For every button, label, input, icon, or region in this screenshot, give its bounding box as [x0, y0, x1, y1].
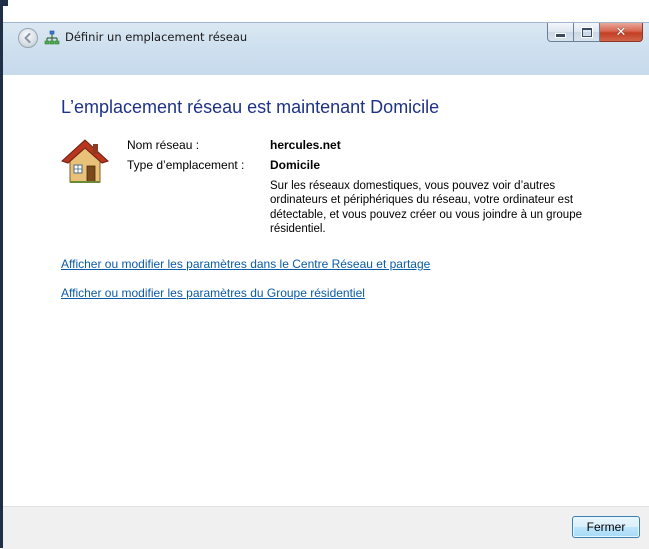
close-dialog-button[interactable]: Fermer [572, 516, 640, 538]
homegroup-link[interactable]: Afficher ou modifier les paramètres du G… [61, 286, 365, 300]
page-heading: L’emplacement réseau est maintenant Domi… [61, 97, 440, 117]
house-icon [61, 139, 109, 183]
location-type-value: Domicile [270, 158, 321, 172]
minimize-icon [555, 32, 566, 38]
back-button[interactable] [18, 28, 38, 48]
back-arrow-icon [24, 33, 31, 43]
minimize-button[interactable] [547, 23, 574, 42]
location-type-label: Type d’emplacement : [127, 158, 245, 172]
network-icon [44, 30, 60, 45]
window-close-button[interactable]: ✕ [600, 23, 643, 42]
maximize-icon [580, 26, 593, 38]
network-center-link[interactable]: Afficher ou modifier les paramètres dans… [61, 257, 430, 271]
location-description: Sur les réseaux domestiques, vous pouvez… [270, 180, 582, 235]
close-icon: ✕ [615, 24, 627, 40]
footer-bar [3, 506, 649, 549]
network-name-label: Nom réseau : [127, 138, 200, 152]
network-name-value: hercules.net [270, 138, 341, 152]
window-title: Définir un emplacement réseau [65, 30, 248, 44]
window-corner [0, 0, 8, 6]
window-left-edge [0, 0, 3, 548]
maximize-button[interactable] [574, 23, 600, 42]
window-controls: ✕ [547, 23, 643, 44]
